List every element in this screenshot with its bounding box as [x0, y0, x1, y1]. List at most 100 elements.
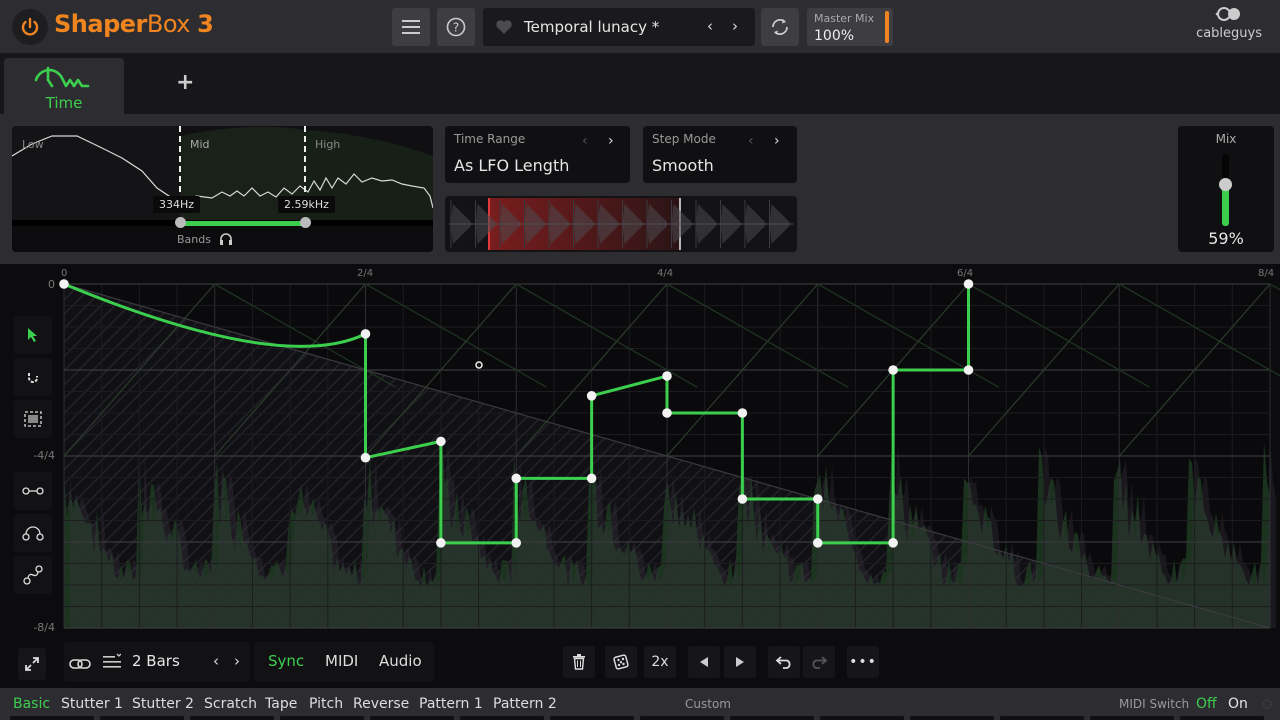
- mode-sync[interactable]: Sync: [268, 652, 304, 670]
- step-mode-label: Step Mode: [652, 132, 716, 146]
- headphones-icon[interactable]: [219, 232, 233, 246]
- tab-time-label: Time: [45, 94, 83, 112]
- help-button[interactable]: ?: [437, 8, 475, 46]
- mini-peak: [451, 204, 471, 244]
- preset-slot: [820, 716, 904, 720]
- preset-next-button[interactable]: ›: [732, 17, 738, 35]
- envelope-node[interactable]: [888, 538, 898, 548]
- envelope-node[interactable]: [662, 371, 672, 381]
- envelope-node[interactable]: [511, 473, 522, 484]
- link-button[interactable]: [66, 648, 94, 680]
- preset-selector[interactable]: Temporal lunacy * ‹ ›: [483, 8, 755, 46]
- mini-peak: [696, 204, 716, 244]
- mix-slider-handle[interactable]: [1219, 177, 1232, 191]
- preset-stutter-1[interactable]: Stutter 1: [61, 696, 123, 712]
- master-mix-label: Master Mix: [814, 12, 875, 25]
- envelope-node[interactable]: [586, 391, 597, 401]
- expand-button[interactable]: [18, 648, 46, 680]
- heart-icon[interactable]: [495, 19, 513, 35]
- envelope-node[interactable]: [737, 408, 748, 418]
- preset-slot: [460, 716, 544, 720]
- preset-reverse[interactable]: Reverse: [353, 696, 409, 712]
- low-split-handle[interactable]: [175, 217, 186, 228]
- list-length-icon[interactable]: [103, 653, 121, 669]
- redo-button[interactable]: [803, 646, 835, 678]
- step-mode-selector[interactable]: Step Mode Smooth ‹ ›: [643, 126, 797, 183]
- triangle-right-icon: [736, 657, 744, 667]
- delete-button[interactable]: [563, 646, 595, 678]
- envelope-graph[interactable]: [0, 264, 1280, 634]
- redo-icon: [812, 656, 828, 669]
- envelope-node[interactable]: [511, 538, 522, 548]
- time-range-next[interactable]: ›: [608, 133, 614, 149]
- midi-switch-on[interactable]: On: [1228, 696, 1248, 712]
- time-range-value: As LFO Length: [454, 156, 570, 175]
- tab-time[interactable]: Time: [4, 58, 124, 114]
- time-range-waveform[interactable]: [445, 196, 797, 252]
- preset-scratch[interactable]: Scratch: [204, 696, 257, 712]
- envelope-node[interactable]: [737, 494, 748, 504]
- refresh-button[interactable]: [761, 8, 799, 46]
- envelope-node[interactable]: [360, 329, 371, 339]
- editor-toolbar: 2 Bars ‹ › Sync MIDI Audio 2x •••: [0, 634, 1280, 688]
- preset-slot: [910, 716, 994, 720]
- time-range-selector[interactable]: Time Range As LFO Length ‹ ›: [445, 126, 630, 183]
- more-options-button[interactable]: •••: [847, 646, 879, 678]
- undo-button[interactable]: [768, 646, 800, 678]
- gear-icon[interactable]: [1260, 697, 1274, 711]
- envelope-node[interactable]: [888, 365, 898, 375]
- bands-label: Bands: [177, 233, 211, 246]
- shift-right-button[interactable]: [724, 646, 756, 678]
- shift-left-button[interactable]: [688, 646, 720, 678]
- envelope-node[interactable]: [963, 365, 974, 375]
- preset-prev-button[interactable]: ‹: [707, 17, 713, 35]
- envelope-node[interactable]: [436, 436, 446, 447]
- high-split-handle[interactable]: [300, 217, 311, 228]
- step-mode-next[interactable]: ›: [774, 133, 780, 149]
- randomize-button[interactable]: [605, 646, 637, 678]
- step-mode-value: Smooth: [652, 156, 714, 175]
- master-mix-control[interactable]: Master Mix 100%: [807, 8, 893, 46]
- length-next-button[interactable]: ›: [234, 652, 240, 670]
- time-range-prev[interactable]: ‹: [582, 133, 588, 149]
- envelope-node[interactable]: [360, 452, 371, 463]
- envelope-node[interactable]: [812, 538, 823, 548]
- mini-peak: [720, 204, 741, 244]
- preset-name[interactable]: Temporal lunacy *: [524, 18, 659, 36]
- preset-pattern-1[interactable]: Pattern 1: [419, 696, 483, 712]
- menu-button[interactable]: [392, 8, 430, 46]
- preset-pitch[interactable]: Pitch: [309, 696, 343, 712]
- length-prev-button[interactable]: ‹: [213, 652, 219, 670]
- length-value[interactable]: 2 Bars: [132, 652, 180, 670]
- low-band-label: Low: [22, 138, 44, 151]
- envelope-node[interactable]: [662, 408, 672, 418]
- mid-band-range: [180, 221, 305, 226]
- mix-label: Mix: [1215, 132, 1237, 146]
- envelope-node[interactable]: [586, 473, 597, 484]
- settings-panel: Low Mid High 334Hz 2.59kHz Bands Time Ra…: [0, 114, 1280, 264]
- add-shaper-button[interactable]: +: [176, 70, 194, 95]
- band-splitter: Low Mid High 334Hz 2.59kHz Bands: [12, 126, 433, 252]
- preset-pattern-2[interactable]: Pattern 2: [493, 696, 557, 712]
- step-mode-prev[interactable]: ‹: [748, 133, 754, 149]
- preset-basic[interactable]: Basic: [13, 696, 50, 712]
- double-button[interactable]: 2x: [644, 646, 676, 678]
- preset-slot: [190, 716, 274, 720]
- expand-icon: [25, 657, 39, 671]
- power-button[interactable]: [12, 9, 48, 45]
- mode-midi[interactable]: MIDI: [325, 652, 358, 670]
- envelope-node[interactable]: [59, 279, 69, 289]
- low-split-value[interactable]: 334Hz: [153, 196, 201, 213]
- envelope-node[interactable]: [963, 279, 974, 289]
- preset-tape[interactable]: Tape: [265, 696, 297, 712]
- midi-switch-off[interactable]: Off: [1196, 696, 1217, 712]
- mode-audio[interactable]: Audio: [379, 652, 422, 670]
- high-band-label: High: [315, 138, 341, 151]
- preset-slot: [1000, 716, 1084, 720]
- envelope-node[interactable]: [436, 538, 446, 548]
- envelope-node[interactable]: [812, 494, 823, 504]
- high-split-value[interactable]: 2.59kHz: [278, 196, 335, 213]
- time-range-label: Time Range: [454, 132, 526, 146]
- svg-text:?: ?: [453, 21, 459, 35]
- preset-stutter-2[interactable]: Stutter 2: [132, 696, 194, 712]
